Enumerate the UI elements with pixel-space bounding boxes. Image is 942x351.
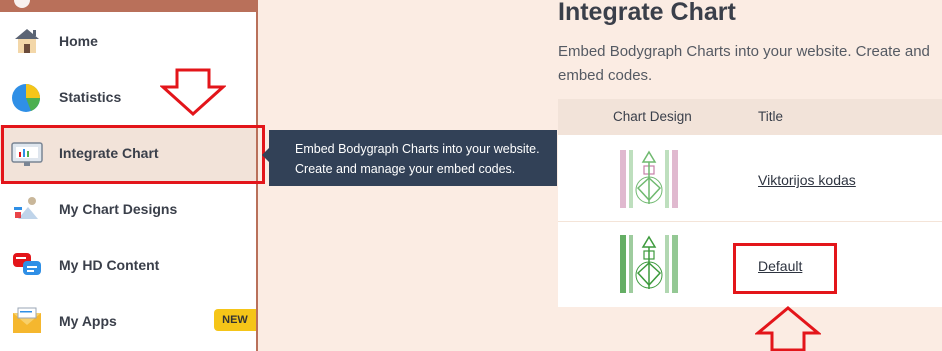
- description-line: Embed Bodygraph Charts into your website…: [558, 43, 930, 60]
- tooltip-line: Create and manage your embed codes.: [295, 162, 516, 176]
- pie-chart-icon: [12, 84, 40, 112]
- sidebar-item-label: My Apps: [59, 313, 117, 329]
- home-icon: [15, 29, 39, 53]
- new-badge: NEW: [214, 309, 256, 331]
- annotation-down-arrow-icon: [160, 68, 226, 117]
- page-description: Embed Bodygraph Charts into your website…: [558, 40, 942, 88]
- tooltip-arrow: [262, 148, 269, 162]
- column-header-chart-design: Chart Design: [613, 109, 692, 124]
- table-header: Chart Design Title: [558, 99, 942, 135]
- sidebar-item-home[interactable]: Home: [0, 13, 256, 69]
- sidebar-item-my-apps[interactable]: My Apps NEW: [0, 293, 256, 349]
- annotation-highlight-box: [733, 243, 837, 294]
- design-figure-icon: [14, 197, 38, 219]
- page-title: Integrate Chart: [558, 0, 736, 26]
- envelope-icon: [13, 307, 41, 333]
- row-divider: [558, 221, 942, 222]
- sidebar-item-label: My HD Content: [59, 257, 160, 273]
- sidebar-item-label: Statistics: [59, 89, 122, 105]
- column-header-title: Title: [758, 109, 784, 124]
- avatar[interactable]: [14, 0, 30, 8]
- sidebar-item-label: My Chart Designs: [59, 201, 178, 217]
- sidebar-item-my-hd-content[interactable]: My HD Content: [0, 237, 256, 293]
- sidebar-header: [0, 0, 256, 12]
- bodygraph-thumbnail[interactable]: [618, 148, 680, 210]
- chart-title-link[interactable]: Viktorijos kodas: [758, 172, 856, 188]
- tooltip: Embed Bodygraph Charts into your website…: [269, 130, 557, 186]
- annotation-up-arrow-icon: [755, 306, 821, 351]
- sidebar-item-label: Home: [59, 33, 98, 49]
- sidebar-item-my-chart-designs[interactable]: My Chart Designs: [0, 181, 256, 237]
- annotation-highlight-box: [1, 125, 265, 184]
- bodygraph-thumbnail[interactable]: [618, 233, 680, 295]
- tooltip-line: Embed Bodygraph Charts into your website…: [295, 142, 540, 156]
- chat-bubbles-icon: [13, 253, 41, 275]
- description-line: embed codes.: [558, 67, 653, 84]
